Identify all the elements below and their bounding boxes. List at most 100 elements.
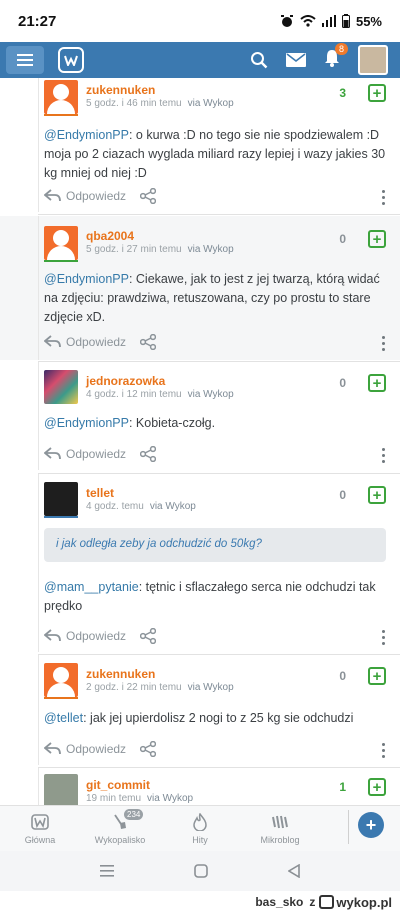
comment-item: zukennuken 2 godz. i 22 min temu via Wyko…	[0, 655, 400, 765]
add-button[interactable]: +	[358, 812, 384, 838]
reply-button[interactable]: Odpowiedz	[66, 742, 126, 756]
comment-meta: 4 godz. i 12 min temu via Wykop	[86, 389, 234, 400]
more-options-icon[interactable]	[382, 336, 386, 351]
share-icon[interactable]	[140, 741, 157, 757]
signal-icon	[321, 15, 336, 27]
comment-item: tellet 4 godz. temu via Wykop 0 + i jak o…	[0, 474, 400, 652]
reply-button[interactable]: Odpowiedz	[66, 629, 126, 643]
comment-item: qba2004 5 godz. i 27 min temu via Wykop 0…	[0, 216, 400, 360]
comment-meta: 5 godz. i 46 min temu via Wykop	[86, 98, 234, 109]
upvote-button[interactable]: +	[368, 230, 386, 248]
watermark-z: z	[309, 895, 316, 909]
comment-text: @mam__pytanie: tętnic i sflaczałego serc…	[44, 580, 376, 613]
battery-level: 55%	[355, 13, 382, 29]
mention-link[interactable]: @EndymionPP	[44, 272, 129, 286]
mention-link[interactable]: @mam__pytanie	[44, 580, 139, 594]
more-options-icon[interactable]	[382, 630, 386, 645]
reply-icon[interactable]	[44, 335, 62, 349]
mention-link[interactable]: @tellet	[44, 711, 83, 725]
reply-icon[interactable]	[44, 447, 62, 461]
watermark: bas_sko z wykop.pl	[0, 891, 400, 913]
username[interactable]: qba2004	[86, 229, 134, 243]
upvote-button[interactable]: +	[368, 374, 386, 392]
search-icon[interactable]	[250, 51, 268, 69]
wifi-icon	[300, 15, 316, 27]
system-navigation-bar	[0, 851, 400, 891]
vote-count: 0	[339, 669, 346, 683]
username[interactable]: jednorazowka	[86, 374, 165, 388]
vote-count: 0	[339, 488, 346, 502]
mail-icon[interactable]	[286, 53, 306, 67]
wykop-logo-icon	[319, 895, 335, 909]
upvote-button[interactable]: +	[368, 486, 386, 504]
comment-text: @EndymionPP: o kurwa :D no tego sie nie …	[44, 128, 386, 180]
vote-count: 1	[339, 780, 346, 794]
comment-text: @EndymionPP: Kobieta-czołg.	[44, 416, 216, 430]
comments-feed[interactable]: zukennuken 5 godz. i 46 min temu via Wyko…	[0, 78, 400, 805]
avatar[interactable]	[44, 482, 78, 516]
avatar[interactable]	[44, 370, 78, 404]
upvote-button[interactable]: +	[368, 778, 386, 796]
watermark-author: bas_sko	[255, 895, 304, 909]
avatar[interactable]	[44, 774, 78, 805]
nav-label: Hity	[192, 835, 208, 845]
recent-apps-icon[interactable]	[100, 865, 114, 877]
share-icon[interactable]	[140, 446, 157, 462]
vote-count: 3	[339, 86, 346, 100]
comment-item: jednorazowka 4 godz. i 12 min temu via Wy…	[0, 362, 400, 470]
status-icons: 55%	[280, 14, 382, 29]
user-avatar[interactable]	[358, 45, 388, 75]
reply-icon[interactable]	[44, 742, 62, 756]
comment-actions: Odpowiedz	[44, 741, 157, 757]
reply-button[interactable]: Odpowiedz	[66, 335, 126, 349]
comment-actions: Odpowiedz	[44, 446, 157, 462]
nav-item-hity[interactable]: Hity	[160, 806, 240, 851]
comment-text: @tellet: jak jej upierdolisz 2 nogi to z…	[44, 711, 354, 725]
comment-meta: 4 godz. temu via Wykop	[86, 501, 196, 512]
bottom-navigation: Główna 234 Wykopalisko Hity Mikroblog	[0, 805, 400, 851]
avatar[interactable]	[44, 226, 78, 260]
notification-badge: 8	[334, 42, 348, 55]
back-icon[interactable]	[288, 864, 300, 878]
battery-icon	[341, 14, 350, 28]
more-options-icon[interactable]	[382, 190, 386, 205]
nav-item-mikroblog[interactable]: Mikroblog	[240, 806, 320, 851]
username[interactable]: tellet	[86, 486, 114, 500]
username[interactable]: zukennuken	[86, 667, 155, 681]
flame-icon	[193, 813, 207, 831]
comment-meta: 2 godz. i 22 min temu via Wykop	[86, 682, 234, 693]
hamburger-icon	[17, 54, 33, 66]
mention-link[interactable]: @EndymionPP	[44, 416, 129, 430]
reply-button[interactable]: Odpowiedz	[66, 189, 126, 203]
mention-link[interactable]: @EndymionPP	[44, 128, 129, 142]
username[interactable]: zukennuken	[86, 83, 155, 97]
share-icon[interactable]	[140, 188, 157, 204]
nav-item-wykopalisko[interactable]: 234 Wykopalisko	[80, 806, 160, 851]
username[interactable]: git_commit	[86, 778, 150, 792]
share-icon[interactable]	[140, 628, 157, 644]
comment-item: zukennuken 5 godz. i 46 min temu via Wyko…	[0, 78, 400, 212]
more-options-icon[interactable]	[382, 448, 386, 463]
reply-button[interactable]: Odpowiedz	[66, 447, 126, 461]
vote-count: 0	[339, 232, 346, 246]
notifications-button[interactable]: 8	[324, 42, 348, 72]
app-bar: 8	[0, 42, 400, 78]
more-options-icon[interactable]	[382, 743, 386, 758]
comment-meta: 5 godz. i 27 min temu via Wykop	[86, 244, 234, 255]
plus-icon: +	[365, 814, 377, 835]
menu-button[interactable]	[6, 46, 44, 74]
comment-text: @EndymionPP: Ciekawe, jak to jest z jej …	[44, 272, 380, 324]
app-bar-actions: 8	[250, 42, 394, 75]
reply-icon[interactable]	[44, 629, 62, 643]
wykop-logo[interactable]	[58, 47, 84, 73]
avatar[interactable]	[44, 663, 78, 697]
upvote-button[interactable]: +	[368, 84, 386, 102]
home-button-icon[interactable]	[194, 864, 208, 878]
share-icon[interactable]	[140, 334, 157, 350]
reply-icon[interactable]	[44, 189, 62, 203]
upvote-button[interactable]: +	[368, 667, 386, 685]
avatar[interactable]	[44, 80, 78, 114]
alarm-icon	[280, 15, 293, 27]
comment-actions: Odpowiedz	[44, 188, 157, 204]
nav-item-glowna[interactable]: Główna	[0, 806, 80, 851]
